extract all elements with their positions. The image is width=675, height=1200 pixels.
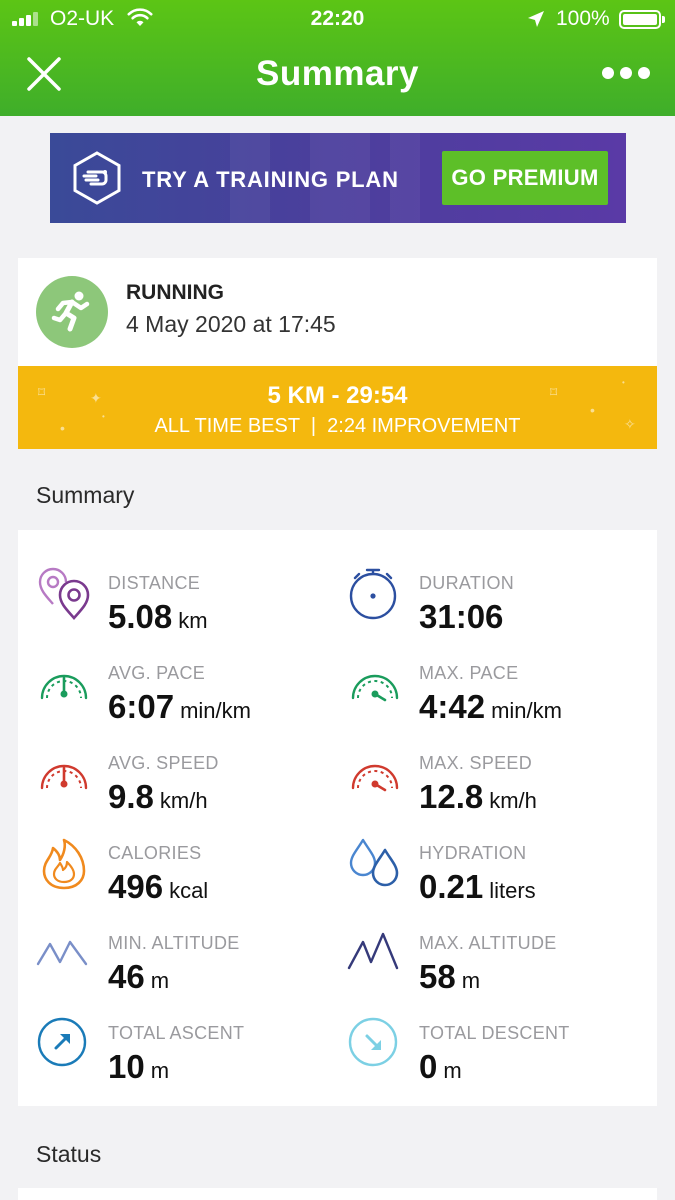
stat-unit: m — [150, 968, 170, 993]
stat-avg-pace: AVG. PACE 6:07 min/km — [36, 656, 336, 736]
battery-icon — [619, 10, 665, 29]
stat-label: HYDRATION — [419, 843, 527, 863]
stat-max-altitude: MAX. ALTITUDE 58 m — [347, 926, 647, 1006]
stat-label: TOTAL ASCENT — [108, 1023, 245, 1043]
stat-label: MAX. ALTITUDE — [419, 933, 557, 953]
stat-calories: CALORIES 496 kcal — [36, 836, 336, 916]
flame-icon — [42, 838, 86, 890]
stat-value: 496 — [108, 868, 164, 905]
status-card — [18, 1188, 657, 1200]
location-pins-icon — [38, 567, 90, 620]
activity-type: RUNNING — [126, 281, 224, 304]
max-altitude-mountain-icon — [347, 932, 399, 970]
stat-unit: km/h — [489, 788, 537, 813]
stat-unit: liters — [489, 878, 536, 903]
location-arrow-icon — [528, 11, 544, 27]
stat-value: 12.8 — [419, 778, 484, 815]
status-bar: O2-UK 22:20 100% — [0, 0, 675, 38]
stat-unit: min/km — [491, 698, 562, 723]
stat-total-descent: TOTAL DESCENT 0m — [347, 1016, 647, 1096]
stat-label: CALORIES — [108, 843, 202, 863]
battery-percent: 100% — [556, 7, 610, 30]
min-altitude-mountain-icon — [36, 940, 88, 966]
stat-max-pace: MAX. PACE 4:42 min/km — [347, 656, 647, 736]
stat-duration: DURATION 31:06 — [347, 566, 647, 646]
training-plan-icon — [73, 151, 121, 205]
stat-value: 58 — [419, 958, 456, 995]
avg-speed-gauge-icon — [40, 764, 88, 790]
stat-unit: kcal — [169, 878, 209, 903]
more-options-icon[interactable] — [602, 67, 650, 81]
page-title: Summary — [255, 54, 420, 93]
stopwatch-icon — [349, 568, 397, 620]
stat-value: 0 — [419, 1048, 438, 1085]
stat-distance: DISTANCE 5.08 km — [36, 566, 336, 646]
stat-label: MIN. ALTITUDE — [108, 933, 240, 953]
stat-unit: km — [178, 608, 208, 633]
stat-label: AVG. PACE — [108, 663, 206, 683]
avg-pace-gauge-icon — [40, 674, 88, 700]
status-section-title: Status — [36, 1141, 102, 1167]
personal-best-title: 5 KM - 29:54 — [267, 382, 408, 409]
promo-text: TRY A TRAINING PLAN — [142, 167, 399, 192]
max-pace-gauge-icon — [351, 674, 399, 702]
stat-value: 0.21 — [419, 868, 484, 905]
app-header: O2-UK 22:20 100% Summary — [0, 0, 675, 116]
stat-min-altitude: MIN. ALTITUDE 46 m — [36, 926, 336, 1006]
stat-value: 9.8 — [108, 778, 154, 815]
stat-total-ascent: TOTAL ASCENT 10 m — [36, 1016, 336, 1096]
stat-value: 6:07 — [108, 688, 175, 725]
activity-date: 4 May 2020 at 17:45 — [126, 311, 336, 337]
stat-label: AVG. SPEED — [108, 753, 219, 773]
stat-value: 4:42 — [419, 688, 486, 725]
descent-arrow-icon — [348, 1017, 398, 1067]
personal-best-subtitle: ALL TIME BEST | 2:24 IMPROVEMENT — [154, 415, 521, 437]
stat-unit: m — [443, 1058, 462, 1083]
go-premium-button[interactable]: GO PREMIUM — [442, 151, 608, 205]
stat-label: MAX. PACE — [419, 663, 519, 683]
stat-unit: km/h — [159, 788, 208, 813]
stat-label: MAX. SPEED — [419, 753, 533, 773]
stat-value: 31:06 — [419, 598, 504, 635]
stat-label: DISTANCE — [108, 573, 201, 593]
training-plan-banner[interactable]: TRY A TRAINING PLAN GO PREMIUM — [50, 133, 626, 223]
stat-value: 46 — [108, 958, 145, 995]
stat-value: 10 — [108, 1048, 145, 1085]
stat-unit: m — [461, 968, 481, 993]
running-activity-icon — [36, 276, 108, 348]
stat-value: 5.08 — [108, 598, 173, 635]
stat-label: DURATION — [419, 573, 515, 593]
water-drops-icon — [349, 838, 399, 887]
summary-stats-card: DISTANCE 5.08 km DURATION 31:06 AVG. PACE… — [18, 530, 657, 1106]
summary-section-title: Summary — [36, 482, 135, 508]
activity-card: RUNNING 4 May 2020 at 17:45 ⌑ ✦ • • ⌑ • … — [18, 258, 657, 449]
stat-unit: min/km — [180, 698, 251, 723]
ascent-arrow-icon — [37, 1017, 87, 1067]
stat-hydration: HYDRATION 0.21 liters — [347, 836, 647, 916]
stat-unit: m — [150, 1058, 170, 1083]
stat-avg-speed: AVG. SPEED 9.8 km/h — [36, 746, 336, 826]
stat-label: TOTAL DESCENT — [419, 1023, 570, 1043]
max-speed-gauge-icon — [351, 764, 399, 792]
stat-max-speed: MAX. SPEED 12.8 km/h — [347, 746, 647, 826]
personal-best-banner: ⌑ ✦ • • ⌑ • ✧ • 5 KM - 29:54 ALL TIME BE… — [18, 366, 657, 449]
